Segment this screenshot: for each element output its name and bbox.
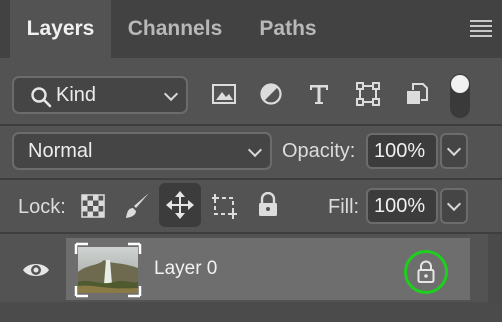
tab-layers[interactable]: Layers — [10, 0, 111, 58]
lock-label: Lock: — [18, 196, 66, 218]
lock-all-icon[interactable] — [256, 192, 280, 218]
layer-name[interactable]: Layer 0 — [154, 258, 217, 280]
filter-kind-label: Kind — [56, 84, 97, 106]
lock-artboard-icon[interactable] — [209, 191, 239, 221]
layer-locked-icon — [417, 260, 435, 283]
type-layer-filter-icon[interactable] — [307, 82, 331, 106]
pixel-layer-filter-icon[interactable] — [211, 82, 237, 106]
filter-kind-dropdown[interactable]: Kind — [12, 76, 188, 114]
chevron-down-icon — [247, 142, 263, 158]
chevron-down-icon — [163, 86, 179, 102]
tab-paths[interactable]: Paths — [239, 0, 337, 58]
opacity-slider-button[interactable] — [440, 133, 468, 169]
opacity-label: Opacity: — [282, 140, 356, 162]
panel-menu-icon[interactable] — [470, 20, 492, 38]
move-arrows-icon — [166, 191, 194, 219]
fill-input[interactable]: 100% — [366, 188, 438, 224]
tab-channels[interactable]: Channels — [111, 0, 239, 58]
search-icon — [31, 87, 52, 108]
shape-layer-filter-icon[interactable] — [355, 81, 381, 107]
fill-label: Fill: — [328, 196, 360, 218]
layer-lock-highlight — [404, 250, 448, 294]
fill-slider-button[interactable] — [440, 188, 468, 224]
lock-transparent-pixels-icon[interactable] — [81, 194, 105, 218]
filter-toggle-icon[interactable] — [450, 74, 470, 118]
lock-position-button[interactable] — [159, 183, 201, 227]
chevron-down-icon — [446, 196, 462, 212]
smart-object-filter-icon[interactable] — [404, 81, 430, 107]
layer-thumbnail — [74, 242, 142, 298]
panel-tab-bar: Layers Channels Paths — [0, 0, 502, 58]
divider — [0, 178, 502, 180]
visibility-eye-icon[interactable] — [22, 260, 50, 280]
chevron-down-icon — [446, 141, 462, 157]
lock-image-pixels-icon[interactable] — [122, 191, 152, 221]
blend-mode-dropdown[interactable]: Normal — [12, 132, 272, 170]
adjustment-layer-filter-icon[interactable] — [259, 82, 283, 106]
layers-empty-area — [0, 302, 502, 322]
divider — [0, 232, 502, 234]
divider — [0, 124, 502, 126]
blend-mode-label: Normal — [28, 140, 93, 162]
opacity-input[interactable]: 100% — [366, 133, 438, 169]
